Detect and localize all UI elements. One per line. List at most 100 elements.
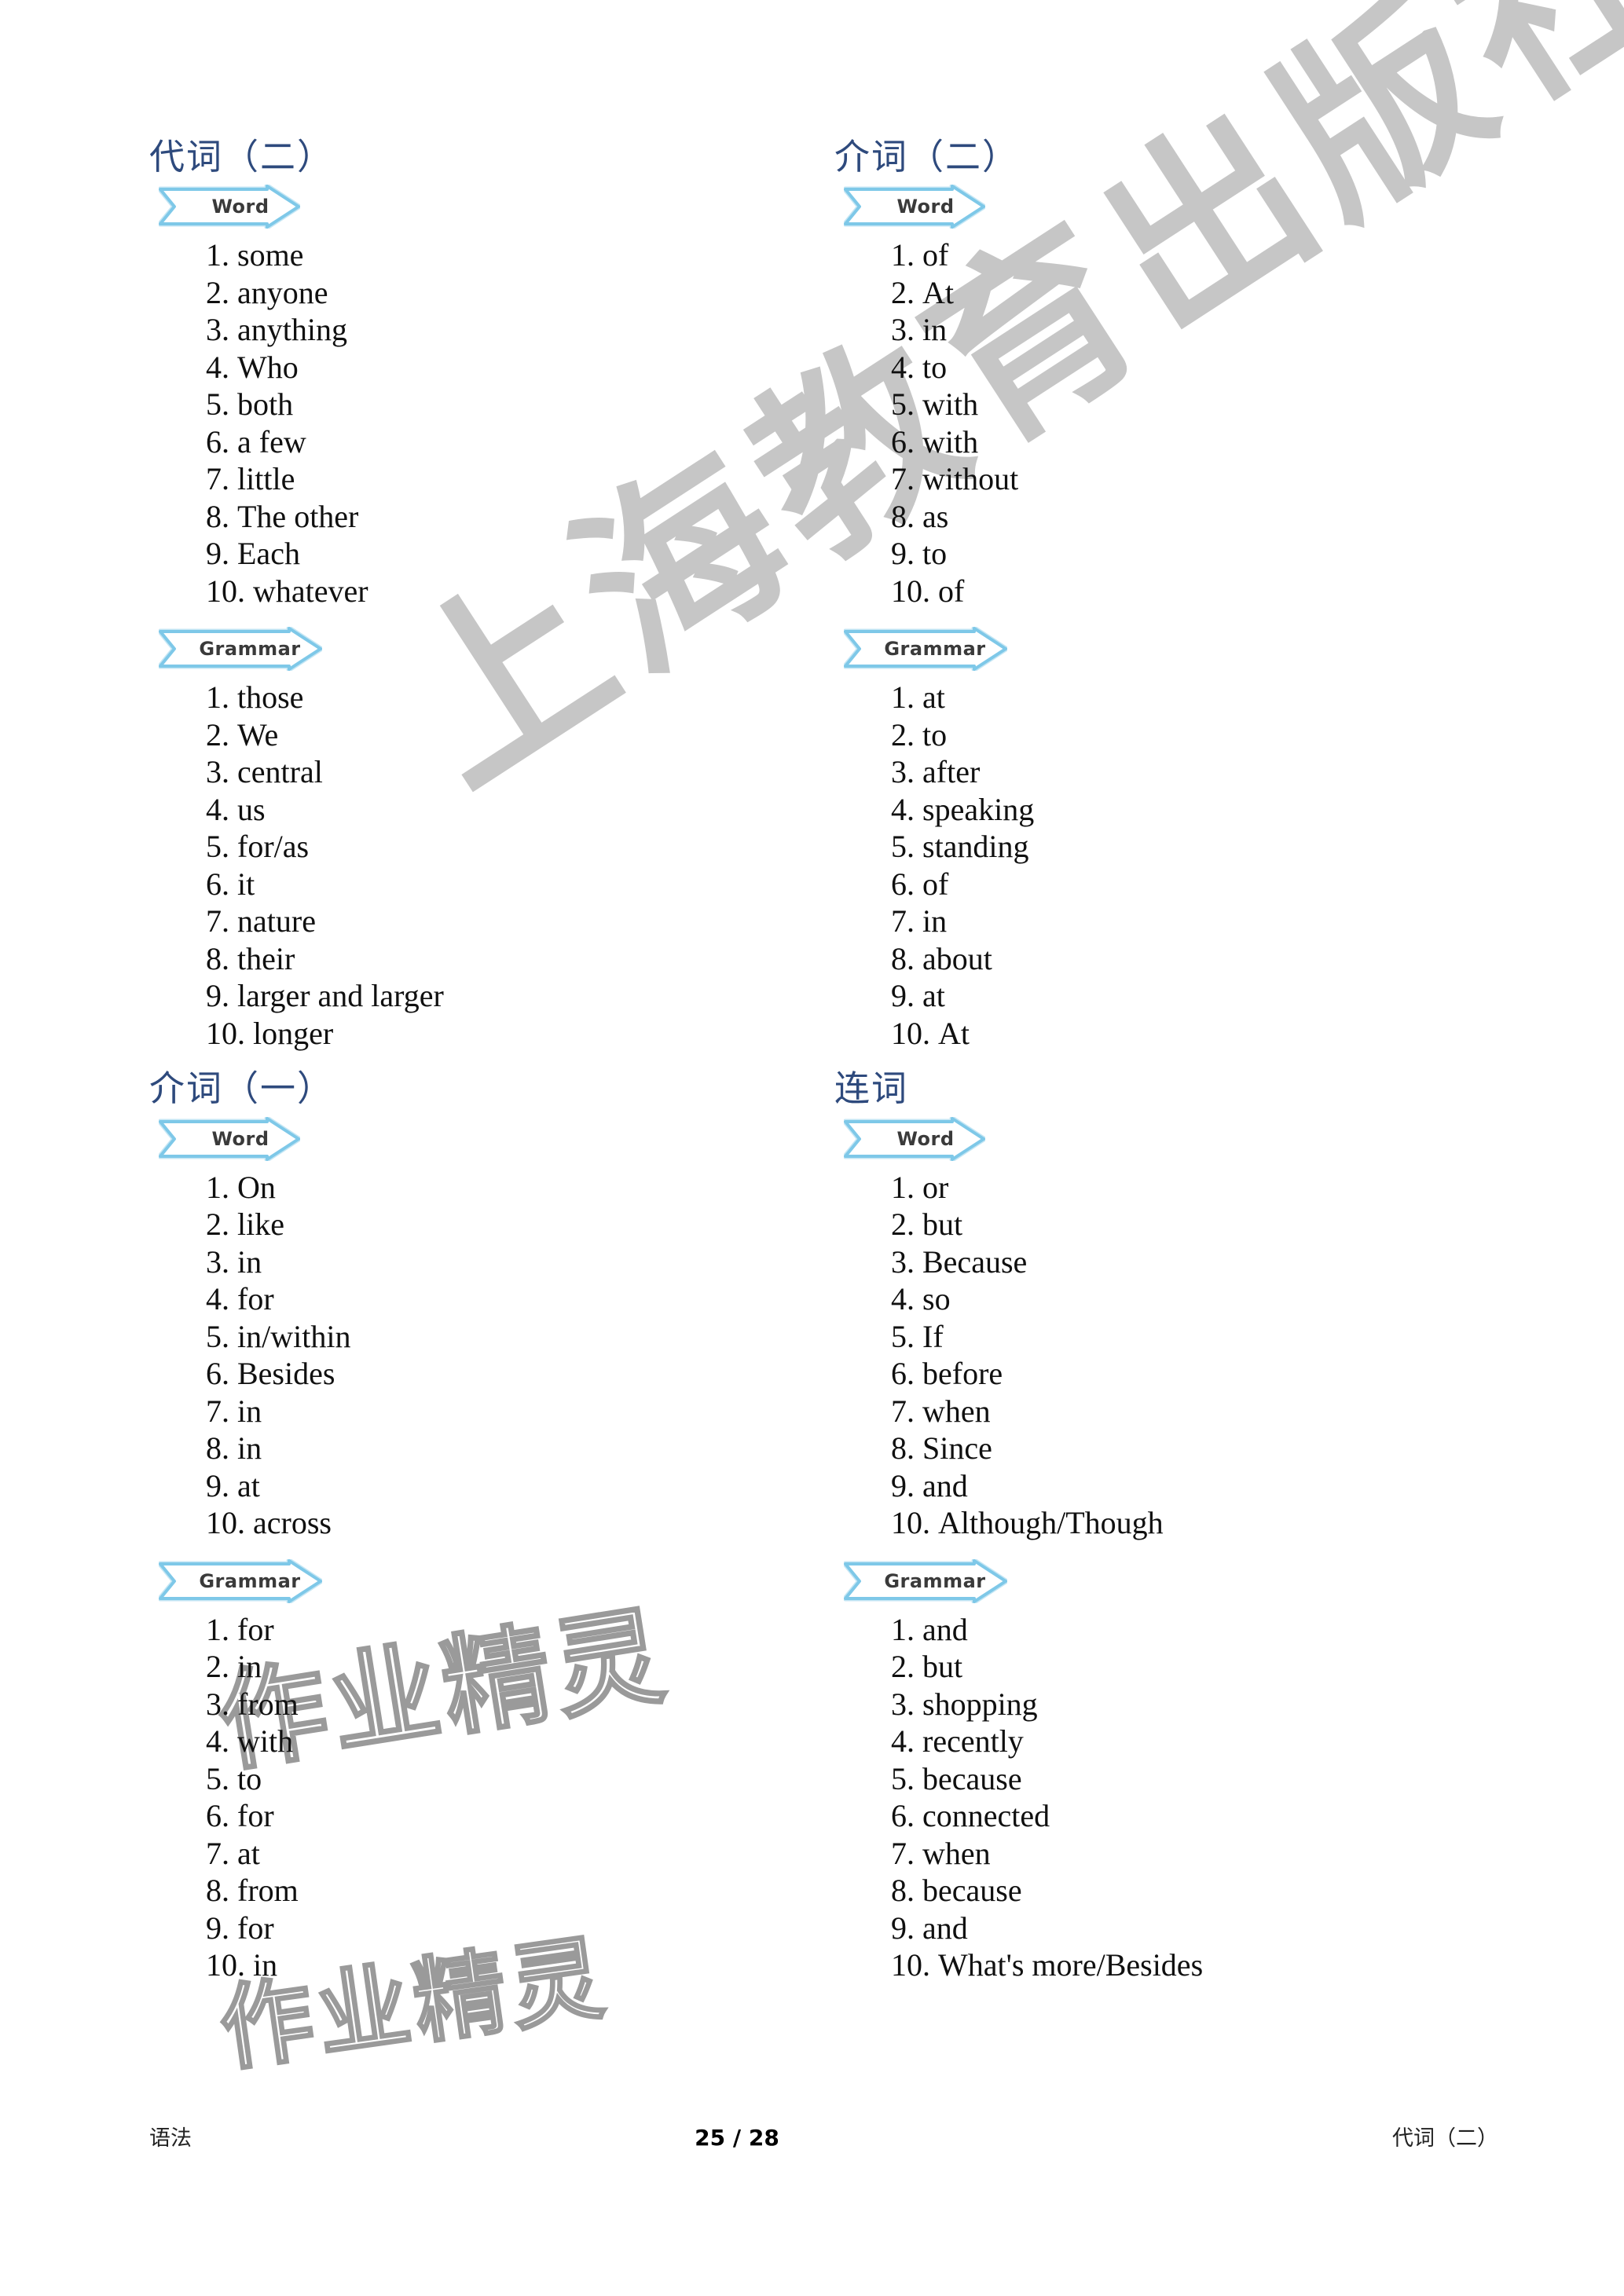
answer-text: What's more/Besides [938, 1947, 1204, 1983]
answer-number: 7. [891, 1393, 915, 1429]
answer-text: both [237, 386, 294, 423]
answer-number: 9. [891, 1910, 915, 1946]
answer-text: in [922, 312, 948, 348]
answer-item: 8. their [206, 940, 841, 978]
answer-text: in [237, 1243, 262, 1280]
answer-item: 1. for [206, 1611, 841, 1649]
answer-text: from [237, 1873, 299, 1909]
answer-text: so [922, 1281, 951, 1317]
answer-text: Each [237, 536, 300, 572]
answer-number: 6. [206, 1798, 229, 1834]
answer-text: or [922, 1169, 949, 1205]
answer-number: 2. [891, 716, 915, 753]
answer-number: 2. [891, 274, 915, 310]
answer-text: without [922, 461, 1019, 497]
answer-text: recently [922, 1723, 1024, 1760]
word-banner-icon: Word [844, 185, 1526, 229]
section-heading: 代词（二） [149, 136, 335, 178]
answer-number: 8. [891, 498, 915, 534]
answer-item: 10. Although/Though [891, 1504, 1526, 1542]
answer-list: 1. those 2. We 3. central 4. us 5. for/as 6. it 7. na… [149, 679, 841, 1052]
answer-text: after [922, 754, 981, 790]
answer-item: 4. so [891, 1280, 1526, 1318]
answer-number: 6. [206, 423, 229, 460]
answer-number: 1. [891, 1611, 915, 1647]
answer-text: of [938, 573, 965, 609]
answer-item: 3. from [206, 1686, 841, 1723]
answer-list: 1. at 2. to 3. after 4. speaking 5. standing 6. of 7… [834, 679, 1526, 1052]
answer-text: connected [922, 1798, 1050, 1834]
answer-number: 8. [206, 940, 229, 976]
answer-number: 7. [206, 903, 229, 939]
answer-item: 5. standing [891, 828, 1526, 866]
answer-item: 1. On [206, 1169, 841, 1207]
answer-number: 3. [206, 312, 229, 348]
answer-number: 7. [206, 1393, 229, 1429]
answer-number: 10. [891, 573, 930, 609]
answer-number: 5. [891, 1318, 915, 1354]
answer-number: 1. [891, 679, 915, 716]
answer-number: 6. [206, 866, 229, 902]
answer-number: 7. [891, 903, 915, 939]
answer-text: central [237, 754, 323, 790]
answer-number: 4. [206, 791, 229, 827]
answer-text: because [922, 1760, 1022, 1796]
answer-list: 1. On 2. like 3. in 4. for 5. in/within 6. Besides 7… [149, 1169, 841, 1542]
answer-item: 9. at [206, 1467, 841, 1505]
answer-text: and [922, 1910, 968, 1946]
grammar-banner-icon: Grammar [159, 627, 841, 672]
answer-text: standing [922, 829, 1029, 865]
answer-item: 7. in [206, 1393, 841, 1430]
answer-number: 8. [891, 940, 915, 976]
answer-text: their [237, 940, 295, 976]
answer-item: 3. after [891, 753, 1526, 791]
answer-number: 1. [206, 1611, 229, 1647]
answer-number: 5. [206, 829, 229, 865]
answer-item: 8. because [891, 1872, 1526, 1910]
answer-text: to [922, 716, 948, 753]
answer-text: anything [237, 312, 347, 348]
answer-text: speaking [922, 791, 1035, 827]
answer-item: 2. but [891, 1206, 1526, 1243]
answer-item: 10. across [206, 1504, 841, 1542]
answer-text: for [237, 1910, 274, 1946]
answer-item: 1. those [206, 679, 841, 716]
answer-item: 6. connected [891, 1797, 1526, 1835]
page-footer: 语法 25 / 28 代词（二） [149, 2121, 1498, 2151]
answer-item: 10. in [206, 1946, 841, 1984]
footer-page-number: 25 / 28 [695, 2125, 779, 2151]
answer-number: 9. [891, 1467, 915, 1503]
answer-text: at [237, 1467, 260, 1503]
answer-item: 5. both [206, 386, 841, 423]
answer-number: 9. [891, 536, 915, 572]
answer-text: We [237, 716, 279, 753]
answer-number: 8. [206, 1430, 229, 1467]
answer-item: 6. for [206, 1797, 841, 1835]
answer-text: in/within [237, 1318, 351, 1354]
answer-key-page: 代词（二） Word 1. some 2. anyone 3. anything 4. Who 5… [0, 0, 1624, 2296]
answer-number: 8. [206, 1873, 229, 1909]
answer-item: 7. without [891, 460, 1526, 498]
answer-number: 10. [891, 1015, 930, 1051]
answer-number: 7. [206, 461, 229, 497]
answer-text: Although/Though [938, 1505, 1164, 1541]
answer-item: 7. in [891, 903, 1526, 940]
answer-text: for/as [237, 829, 310, 865]
answer-item: 3. Because [891, 1243, 1526, 1281]
answer-number: 1. [891, 1169, 915, 1205]
answer-item: 3. shopping [891, 1686, 1526, 1723]
answer-number: 5. [206, 1318, 229, 1354]
answer-item: 2. We [206, 716, 841, 754]
answer-item: 6. before [891, 1355, 1526, 1393]
answer-text: The other [237, 498, 359, 534]
answer-text: larger and larger [237, 978, 444, 1014]
answer-number: 2. [206, 716, 229, 753]
answer-text: and [922, 1611, 968, 1647]
answer-section: 代词（二） Word 1. some 2. anyone 3. anything 4. Who 5… [149, 137, 841, 1052]
answer-number: 10. [206, 1015, 245, 1051]
answer-item: 4. to [891, 349, 1526, 386]
grammar-banner-icon: Grammar [159, 1558, 841, 1603]
answer-item: 5. for/as [206, 828, 841, 866]
answer-number: 1. [206, 679, 229, 716]
answer-text: nature [237, 903, 316, 939]
